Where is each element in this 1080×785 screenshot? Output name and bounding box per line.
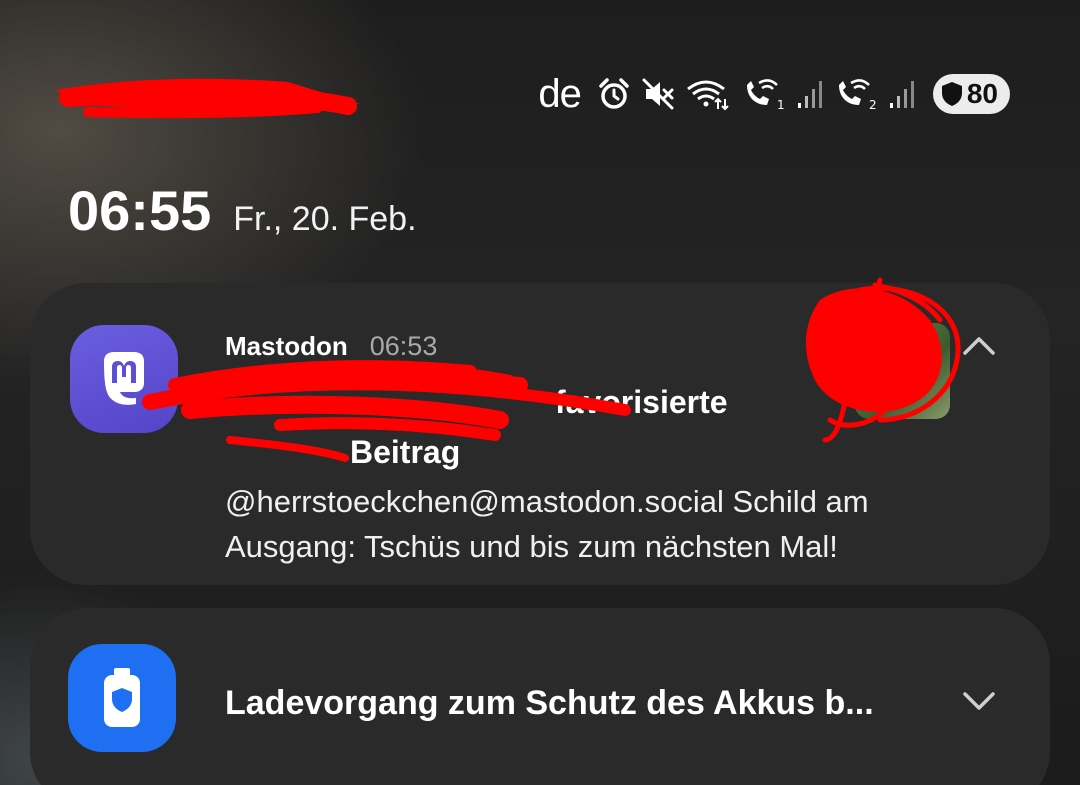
clock-time: 06:55	[68, 179, 212, 242]
redaction-scribble	[56, 78, 360, 119]
wifi-calling-icon	[685, 77, 731, 111]
battery-protect-icon	[68, 644, 176, 752]
mastodon-icon	[70, 325, 178, 433]
carrier-label: de	[538, 71, 581, 116]
notification-card-battery[interactable]: Ladevorgang zum Schutz des Akkus b...	[30, 608, 1050, 785]
chevron-down-icon[interactable]	[962, 690, 996, 717]
notification-header: Mastodon 06:53	[225, 331, 437, 362]
battery-indicator: 80	[932, 74, 1010, 114]
status-icons: de 1 2 80	[538, 71, 1010, 116]
shield-icon	[941, 81, 963, 107]
notification-title-line1: favorisierte	[555, 384, 728, 420]
mute-icon	[641, 77, 675, 111]
notification-title-line2: Beitrag	[350, 434, 461, 470]
clock-date: Fr., 20. Feb.	[233, 200, 417, 238]
svg-text:2: 2	[869, 98, 877, 111]
notification-title: Ladevorgang zum Schutz des Akkus b...	[225, 684, 874, 722]
wifi-call-sim1-icon: 1	[741, 77, 787, 111]
status-bar: de 1 2 80	[0, 60, 1080, 130]
app-name: Mastodon	[225, 331, 348, 361]
notification-body: @herrstoeckchen@mastodon.social Schild a…	[225, 484, 869, 564]
lockscreen-clock-row: 06:55 Fr., 20. Feb.	[68, 178, 417, 243]
chevron-up-icon[interactable]	[962, 335, 996, 362]
wifi-call-sim2-icon: 2	[833, 77, 879, 111]
svg-text:1: 1	[777, 98, 785, 111]
notification-title: favorisierte Beitrag	[225, 377, 785, 477]
notification-thumbnail	[855, 323, 950, 419]
battery-level: 80	[966, 78, 998, 109]
alarm-icon	[597, 77, 631, 111]
signal-icon	[797, 79, 823, 109]
notification-time: 06:53	[369, 331, 438, 361]
signal-icon	[889, 79, 915, 109]
notification-card-mastodon[interactable]: Mastodon 06:53 favorisierte Beitrag @her…	[30, 283, 1050, 585]
